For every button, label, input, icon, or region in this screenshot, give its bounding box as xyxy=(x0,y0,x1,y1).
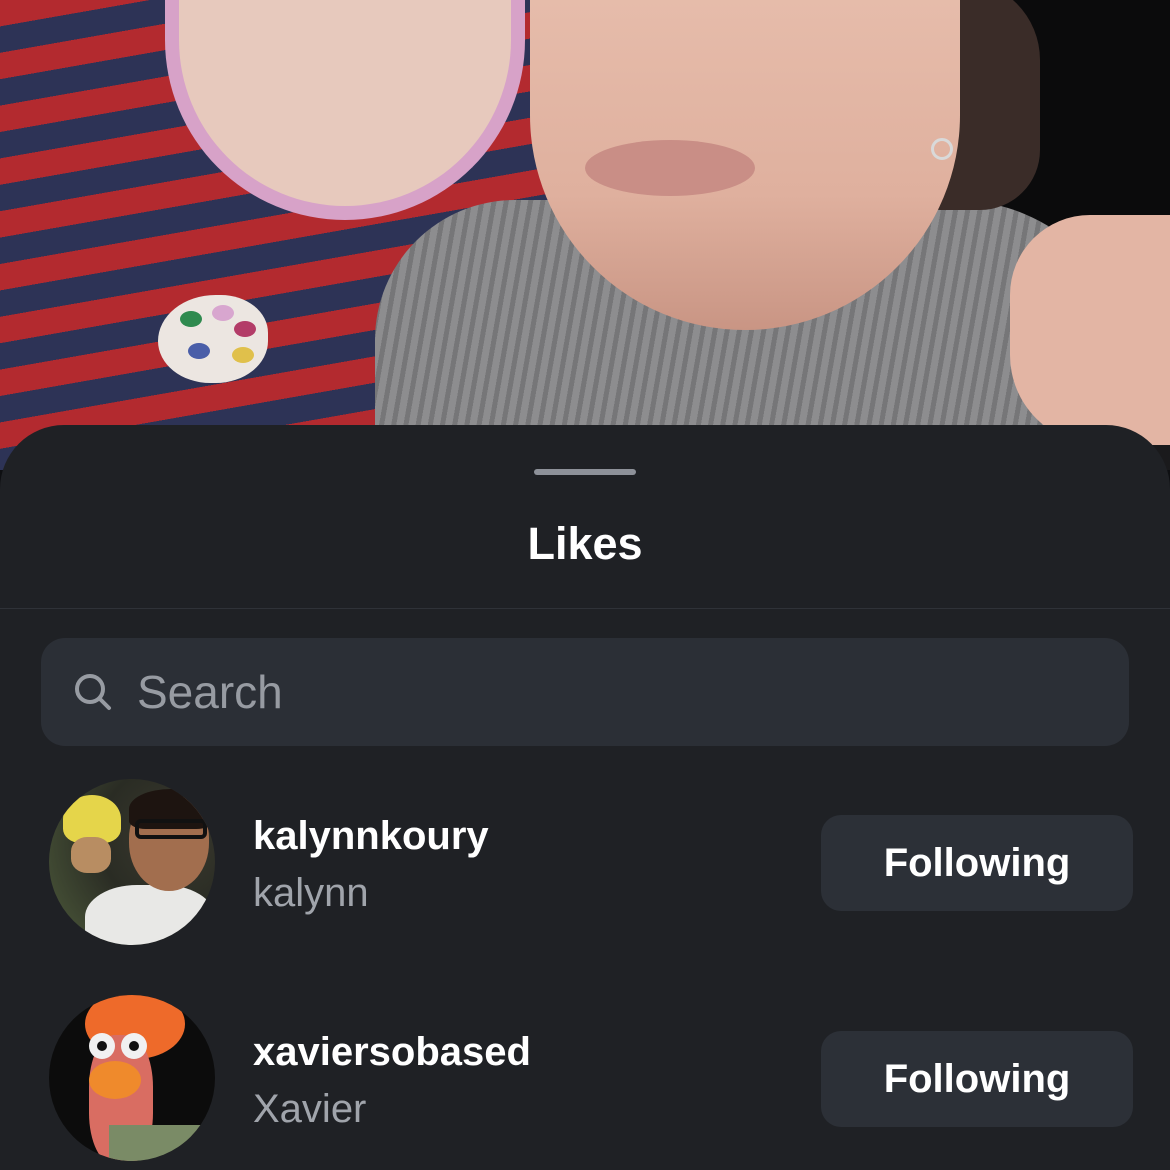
following-button[interactable]: Following xyxy=(821,1031,1133,1127)
full-name: Xavier xyxy=(253,1087,367,1131)
avatar[interactable] xyxy=(49,779,215,945)
right-person-lips xyxy=(585,140,755,196)
list-item-user[interactable]: xaviersobased Xavier Following xyxy=(0,995,1170,1165)
post-photo xyxy=(0,0,1170,470)
username[interactable]: kalynnkoury xyxy=(253,812,489,860)
sheet-title: Likes xyxy=(527,518,643,569)
earring xyxy=(931,138,953,160)
username[interactable]: xaviersobased xyxy=(253,1028,531,1076)
search-icon xyxy=(75,674,111,710)
screen: Likes kalynnkoury kalynn Following xyxy=(0,0,1170,1170)
avatar[interactable] xyxy=(49,995,215,1161)
search-bar[interactable] xyxy=(41,638,1129,746)
palette-patch xyxy=(158,295,268,383)
hand-on-shoulder xyxy=(1010,215,1170,445)
likes-sheet: Likes kalynnkoury kalynn Following xyxy=(0,425,1170,1170)
following-button[interactable]: Following xyxy=(821,815,1133,911)
search-input[interactable] xyxy=(137,658,1097,726)
list-item-user[interactable]: kalynnkoury kalynn Following xyxy=(0,779,1170,949)
sheet-grabber-handle[interactable] xyxy=(534,469,636,475)
full-name: kalynn xyxy=(253,871,369,915)
header-divider xyxy=(0,608,1170,609)
